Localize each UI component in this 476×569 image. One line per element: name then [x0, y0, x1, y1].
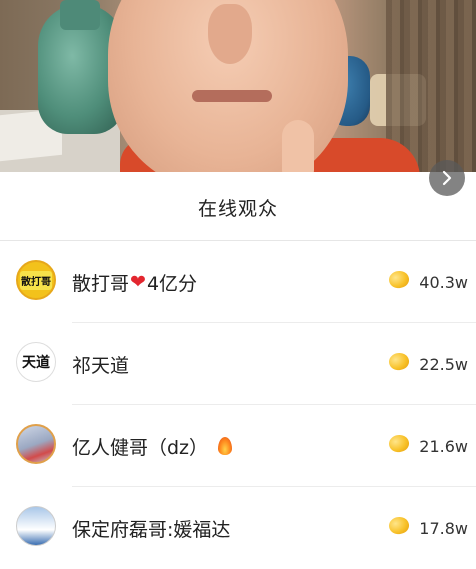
viewer-row[interactable]: 天道 祁天道 22.5w	[0, 323, 476, 405]
streamer-nose	[208, 4, 252, 64]
coin-icon	[387, 515, 411, 536]
coin-count: 21.6w	[419, 436, 468, 456]
coin-icon	[387, 433, 411, 454]
streamer-mouth	[192, 90, 272, 102]
streamer-finger	[282, 120, 314, 172]
viewer-name: 散打哥 ❤ 4亿分	[72, 241, 197, 323]
avatar[interactable]: 散打哥	[16, 260, 56, 300]
avatar[interactable]	[16, 424, 56, 464]
online-viewers-panel: 在线观众 散打哥 散打哥 ❤ 4亿分 40.3w 天道 祁天道 22.5w 亿人…	[0, 172, 476, 546]
background-vase-neck	[60, 0, 100, 30]
viewer-name-text: 保定府磊哥:媛福达	[72, 518, 231, 541]
viewer-name: 祁天道	[72, 323, 129, 405]
panel-title: 在线观众	[197, 197, 278, 220]
viewer-row[interactable]: 散打哥 散打哥 ❤ 4亿分 40.3w	[0, 241, 476, 323]
viewer-name-text: 散打哥	[72, 272, 130, 295]
coin-icon	[387, 351, 411, 372]
avatar-text: 散打哥	[20, 270, 52, 290]
avatar-text: 天道	[22, 355, 50, 371]
coin-count: 22.5w	[419, 354, 468, 374]
coin-count: 17.8w	[419, 518, 468, 538]
coin-count: 40.3w	[419, 272, 468, 292]
viewer-row[interactable]: 保定府磊哥:媛福达 17.8w	[0, 487, 476, 569]
viewer-name: 保定府磊哥:媛福达	[72, 487, 230, 569]
viewer-name-suffix: 4亿分	[146, 272, 198, 295]
chevron-right-icon	[442, 170, 452, 186]
viewer-name-text: 祁天道	[72, 354, 130, 377]
viewer-name-text: 亿人健哥（dz）	[72, 436, 209, 459]
next-button[interactable]	[429, 160, 465, 196]
heart-icon: ❤	[130, 271, 146, 293]
avatar[interactable]: 天道	[16, 342, 56, 382]
viewer-row[interactable]: 亿人健哥（dz） 21.6w	[0, 405, 476, 487]
avatar[interactable]	[16, 506, 56, 546]
fire-icon	[218, 437, 233, 455]
coin-icon	[387, 269, 411, 290]
viewer-name: 亿人健哥（dz）	[72, 405, 233, 487]
live-video[interactable]	[0, 0, 476, 172]
